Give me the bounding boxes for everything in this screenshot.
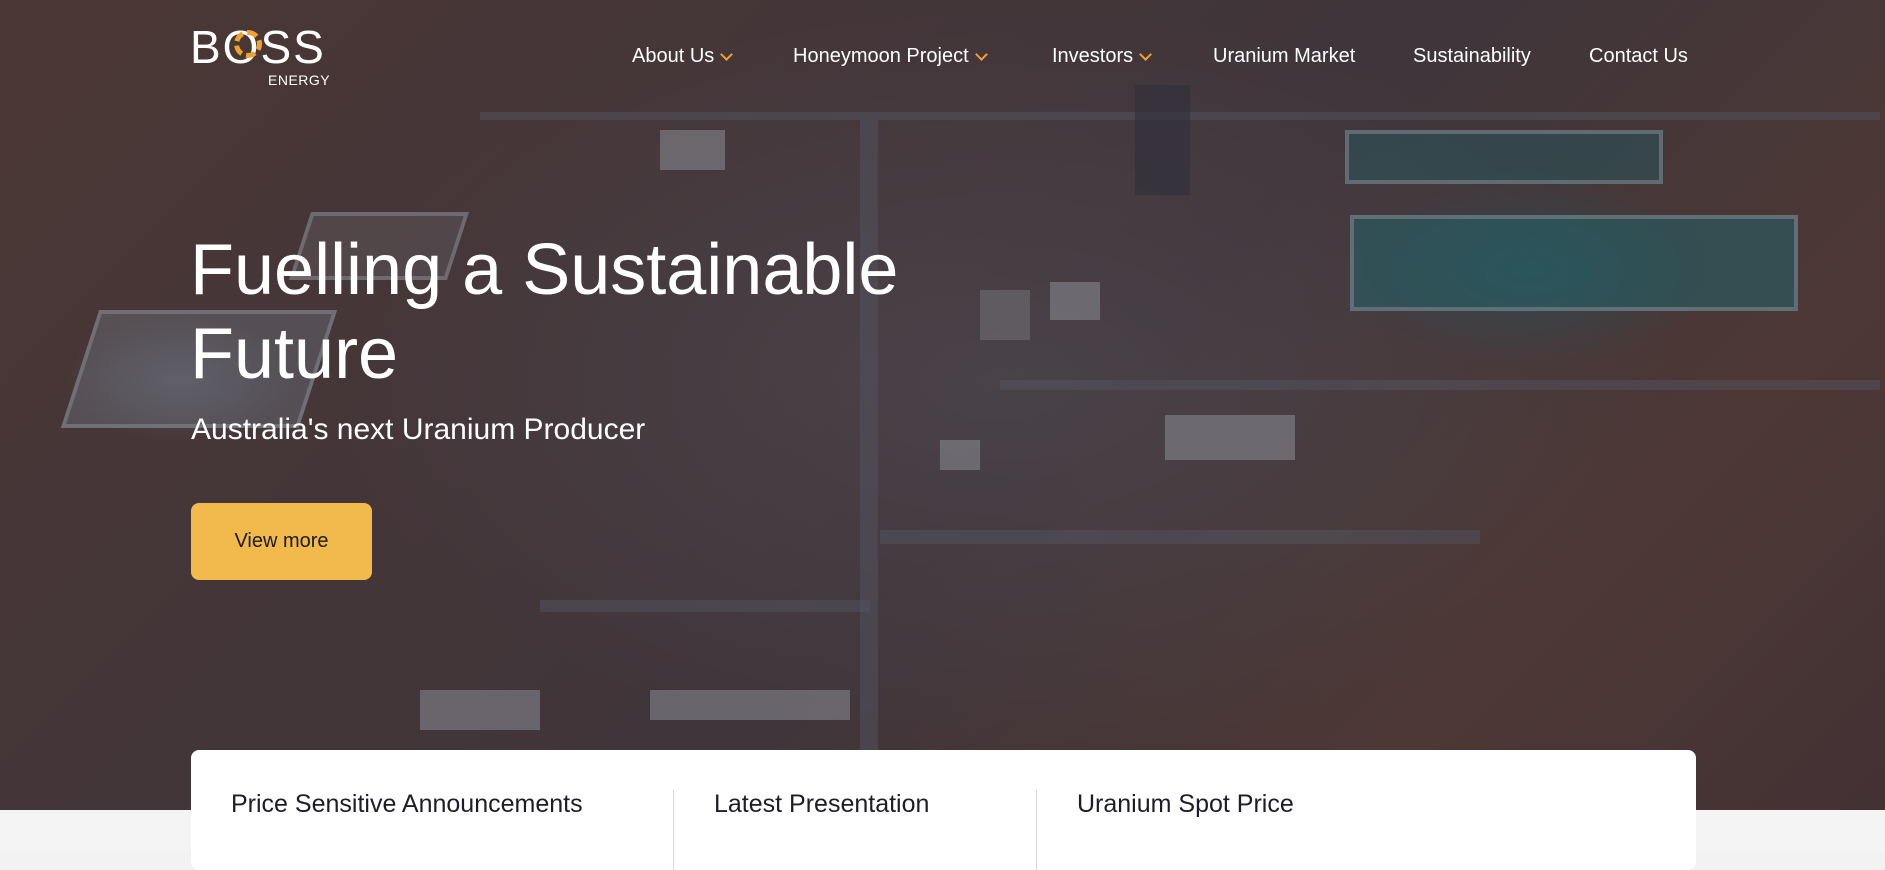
- nav-item-label: Contact Us: [1589, 45, 1688, 67]
- nav-item-label: Honeymoon Project: [793, 45, 969, 67]
- hero-headline-line1: Fuelling a Sustainable: [190, 230, 899, 310]
- chevron-down-icon: [720, 47, 734, 61]
- chevron-down-icon: [1139, 47, 1153, 61]
- nav-item-investors[interactable]: Investors: [1052, 45, 1153, 68]
- hero-overlay: [0, 0, 1885, 810]
- sun-ring-icon: [234, 30, 262, 58]
- nav-item-contact-us[interactable]: Contact Us: [1589, 45, 1688, 68]
- hero-section: BOSS ENERGY About Us Honeymoon Project I…: [0, 0, 1885, 810]
- nav-item-uranium-market[interactable]: Uranium Market: [1213, 45, 1355, 68]
- nav-item-sustainability[interactable]: Sustainability: [1413, 45, 1531, 68]
- logo-subtext: ENERGY: [268, 72, 331, 88]
- nav-item-label: Investors: [1052, 45, 1134, 67]
- hero-headline-line2: Future: [190, 314, 399, 394]
- boss-energy-logo[interactable]: BOSS ENERGY: [190, 24, 340, 88]
- card-divider: [673, 790, 674, 870]
- card-divider: [1036, 790, 1037, 870]
- nav-item-label: About Us: [632, 45, 715, 67]
- uranium-spot-price-heading[interactable]: Uranium Spot Price: [1077, 790, 1294, 819]
- hero-subheadline: Australia's next Uranium Producer: [191, 413, 646, 446]
- nav-item-label: Uranium Market: [1213, 45, 1356, 67]
- hero-headline: Fuelling a Sustainable Future: [190, 228, 990, 396]
- latest-presentation-heading[interactable]: Latest Presentation: [714, 790, 929, 819]
- nav-item-label: Sustainability: [1413, 45, 1531, 67]
- info-card: Price Sensitive Announcements Latest Pre…: [191, 750, 1696, 870]
- nav-item-honeymoon-project[interactable]: Honeymoon Project: [793, 45, 988, 68]
- price-sensitive-announcements-heading[interactable]: Price Sensitive Announcements: [231, 790, 583, 819]
- nav-item-about-us[interactable]: About Us: [632, 45, 734, 68]
- chevron-down-icon: [974, 47, 988, 61]
- view-more-button[interactable]: View more: [191, 503, 372, 580]
